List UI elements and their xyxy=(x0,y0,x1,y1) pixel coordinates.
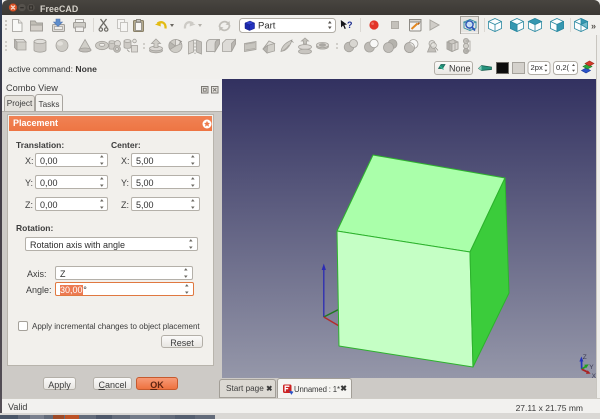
svg-text:0,2(: 0,2( xyxy=(556,63,570,72)
svg-text:Y: Y xyxy=(589,364,594,371)
svg-text:Z: Z xyxy=(583,354,587,361)
svg-text:Part: Part xyxy=(258,21,276,32)
svg-text:2px: 2px xyxy=(531,63,543,72)
svg-text:»: » xyxy=(591,21,596,31)
svg-text:?: ? xyxy=(347,20,353,30)
svg-text:None: None xyxy=(449,64,471,74)
